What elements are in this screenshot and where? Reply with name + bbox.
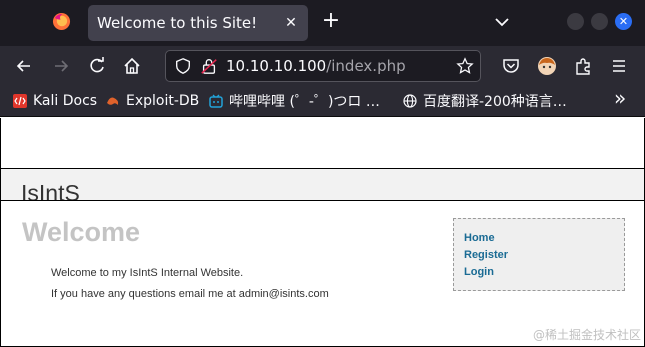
bookmark-bilibili[interactable]: 哔哩哔哩 (゜-゜)つロ … — [209, 92, 380, 110]
bookmark-baidu-translate[interactable]: 百度翻译-200种语言… — [403, 92, 567, 110]
back-arrow-icon[interactable] — [14, 56, 34, 76]
home-icon[interactable] — [122, 56, 142, 76]
web-page: IsIntS Welcome Welcome to my IsIntS Inte… — [0, 118, 645, 347]
pocket-icon[interactable] — [501, 56, 521, 76]
nav-link-login[interactable]: Login — [464, 266, 494, 278]
minimize-button[interactable] — [567, 13, 584, 30]
bookmark-exploit-db[interactable]: Exploit-DB — [106, 92, 199, 110]
extensions-icon[interactable] — [573, 56, 593, 76]
page-heading: Welcome — [22, 217, 141, 247]
nav-link-register[interactable]: Register — [464, 249, 508, 261]
active-tab[interactable]: Welcome to this Site! ✕ — [88, 5, 308, 41]
contact-paragraph: If you have any questions email me at ad… — [51, 288, 329, 300]
maximize-button[interactable] — [591, 13, 608, 30]
tab-title: Welcome to this Site! — [97, 14, 258, 32]
new-tab-button[interactable]: + — [320, 10, 342, 32]
globe-icon — [403, 94, 417, 108]
site-name: IsIntS — [21, 180, 80, 201]
bookmark-label: Exploit-DB — [126, 93, 200, 109]
bookmark-star-icon[interactable] — [456, 57, 474, 75]
navigation-toolbar: 10.10.10.100/index.php — [0, 46, 645, 86]
shield-icon[interactable] — [174, 57, 192, 75]
menu-icon[interactable] — [609, 56, 629, 76]
bookmarks-toolbar: Kali Docs Exploit-DB 哔哩哔哩 (゜-゜)つロ … 百度翻译… — [0, 86, 645, 117]
page-header-band: IsIntS — [1, 169, 644, 201]
page-header-top — [1, 118, 644, 169]
tab-bar: Welcome to this Site! ✕ + ✕ — [0, 0, 645, 46]
firefox-logo[interactable] — [52, 12, 71, 31]
bookmark-kali-docs[interactable]: Kali Docs — [13, 92, 97, 110]
forward-arrow-icon[interactable] — [51, 56, 71, 76]
bookmark-label: 哔哩哔哩 (゜-゜)つロ … — [229, 94, 380, 110]
profile-avatar-icon[interactable] — [537, 56, 557, 76]
reload-icon[interactable] — [87, 56, 107, 76]
nav-link-home[interactable]: Home — [464, 232, 495, 244]
bilibili-icon — [209, 94, 223, 108]
tab-list-chevron-icon[interactable] — [492, 12, 512, 32]
sidebar-nav: Home Register Login — [453, 218, 625, 291]
bookmark-label: Kali Docs — [33, 93, 98, 109]
url-text[interactable]: 10.10.10.100/index.php — [226, 57, 406, 75]
kali-docs-icon — [13, 94, 27, 108]
url-path: /index.php — [326, 57, 406, 75]
address-bar[interactable]: 10.10.10.100/index.php — [165, 50, 481, 82]
watermark: @稀土掘金技术社区 — [532, 328, 641, 342]
insecure-lock-icon[interactable] — [200, 57, 218, 75]
welcome-paragraph: Welcome to my IsIntS Internal Website. — [51, 267, 244, 279]
bookmarks-overflow-chevron-icon[interactable]: » — [614, 86, 626, 110]
tab-close-icon[interactable]: ✕ — [282, 14, 300, 32]
exploit-db-icon — [107, 97, 119, 105]
window-close-button[interactable]: ✕ — [615, 13, 632, 30]
url-host: 10.10.10.100 — [226, 57, 327, 75]
bookmark-label: 百度翻译-200种语言… — [423, 94, 567, 110]
